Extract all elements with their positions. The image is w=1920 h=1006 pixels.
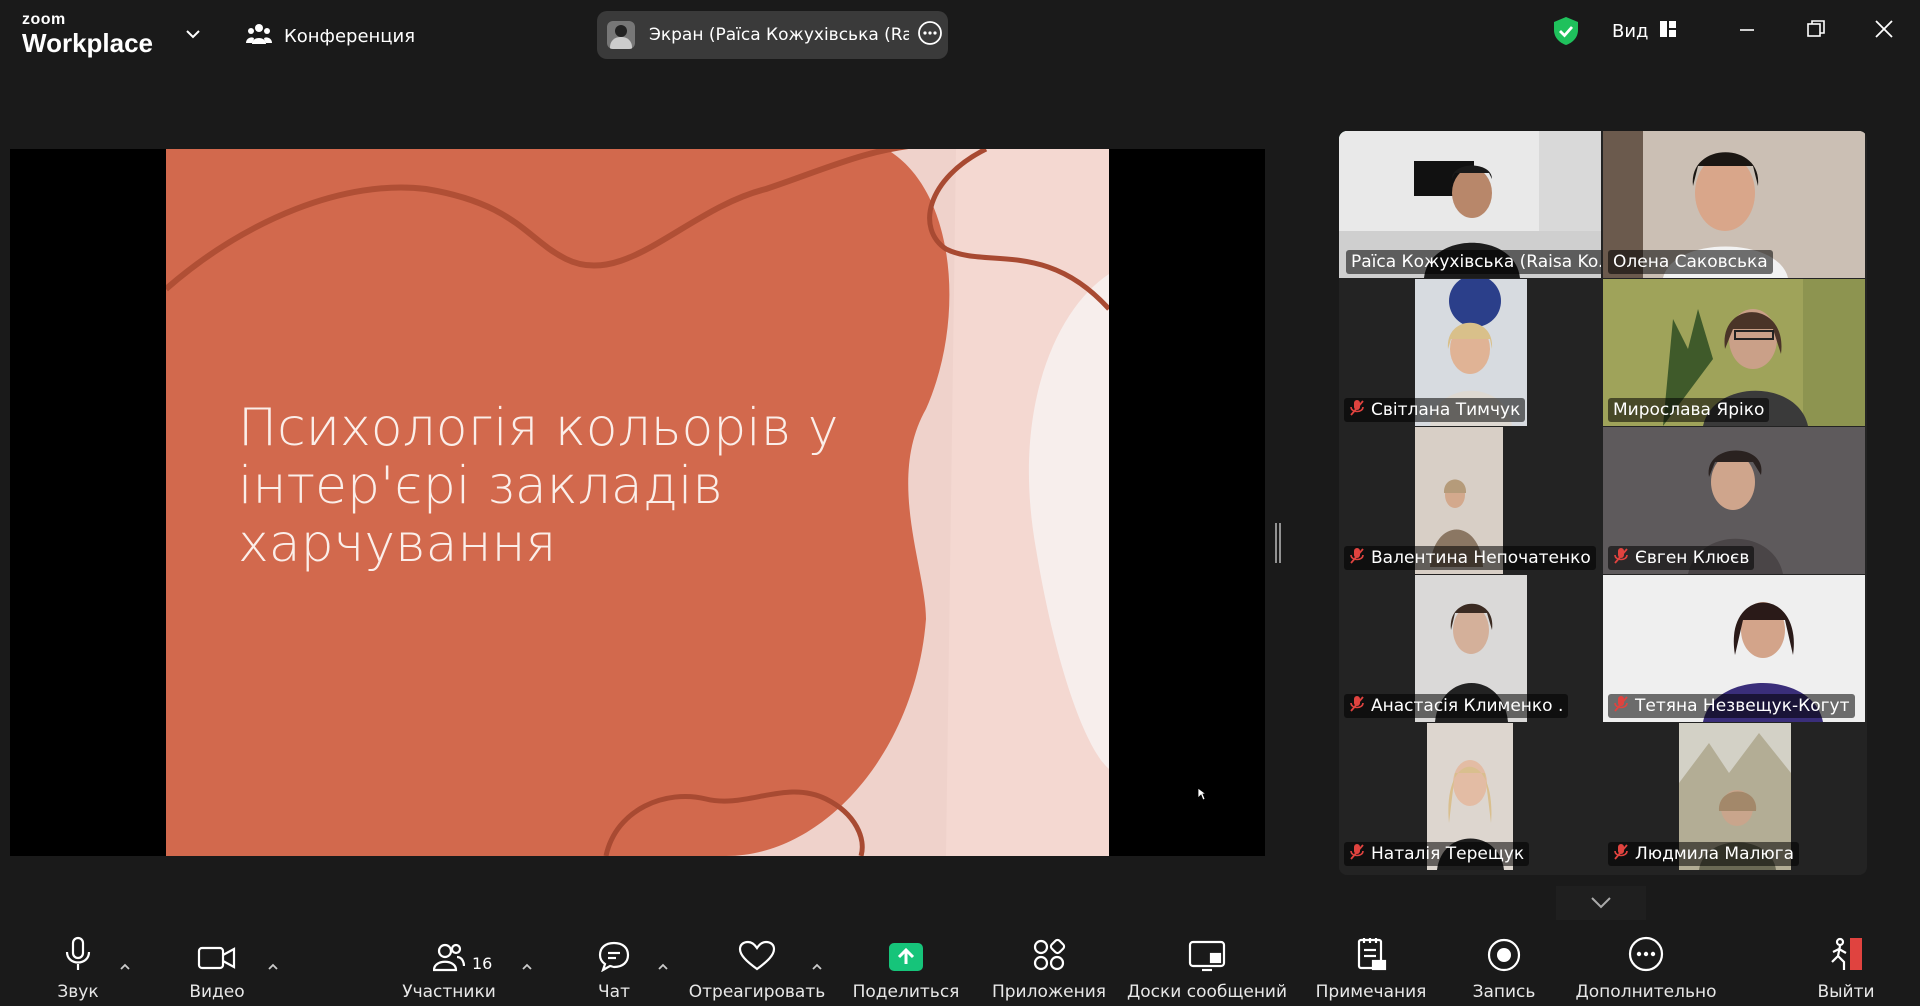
participant-tile[interactable]: Валентина Непочатенко bbox=[1339, 427, 1601, 574]
participant-tile[interactable]: Людмила Малюга bbox=[1603, 723, 1865, 870]
top-bar: zoom Workplace Конференция Экран (Раїса … bbox=[0, 0, 1920, 68]
chevron-down-icon[interactable] bbox=[182, 24, 204, 48]
slide-title-line-2: інтер'єрі закладів bbox=[238, 456, 723, 516]
video-options-caret-icon[interactable] bbox=[266, 958, 280, 977]
screen-share-label: Экран (Раїса Кожухівська (Raisa bbox=[649, 25, 909, 45]
more-button[interactable]: Дополнительно bbox=[1576, 932, 1717, 1006]
logo-zoom-text: zoom bbox=[22, 11, 66, 28]
muted-mic-icon bbox=[1349, 399, 1365, 422]
participants-icon bbox=[432, 942, 466, 976]
more-options-icon[interactable] bbox=[917, 20, 943, 50]
participant-tile[interactable]: Євген Клюєв bbox=[1603, 427, 1865, 574]
shield-check-icon[interactable] bbox=[1552, 16, 1580, 50]
leave-button[interactable]: Выйти bbox=[1816, 932, 1876, 1006]
muted-mic-icon bbox=[1349, 547, 1365, 570]
participant-name-tag: Тетяна Незвещук-Когут bbox=[1608, 694, 1855, 718]
participant-gallery: Раїса Кожухівська (Raisa Ko... Олена Сак… bbox=[1339, 131, 1867, 875]
video-button[interactable]: Видео bbox=[186, 932, 248, 1006]
people-icon bbox=[246, 22, 272, 51]
video-camera-icon bbox=[197, 944, 237, 976]
muted-mic-icon bbox=[1349, 695, 1365, 718]
react-button[interactable]: Отреагировать bbox=[689, 932, 825, 1006]
record-icon bbox=[1487, 938, 1521, 976]
microphone-icon bbox=[63, 936, 93, 976]
restore-icon[interactable] bbox=[1805, 18, 1827, 44]
chat-options-caret-icon[interactable] bbox=[656, 958, 670, 977]
share-button[interactable]: Поделиться bbox=[853, 932, 959, 1006]
participant-name-tag: Наталія Терещук bbox=[1344, 842, 1530, 866]
muted-mic-icon bbox=[1613, 695, 1629, 718]
view-label: Вид bbox=[1612, 21, 1649, 42]
view-button[interactable]: Вид bbox=[1612, 20, 1677, 43]
participant-name-tag: Раїса Кожухівська (Raisa Ko... bbox=[1346, 250, 1601, 274]
leave-door-icon bbox=[1826, 936, 1866, 976]
participant-tile[interactable]: Олена Саковська bbox=[1603, 131, 1865, 278]
apps-icon bbox=[1032, 938, 1066, 976]
participant-name-tag: Анастасія Клименко . bbox=[1344, 694, 1569, 718]
participant-name-tag: Людмила Малюга bbox=[1608, 842, 1800, 866]
notes-button[interactable]: Примечания bbox=[1316, 932, 1426, 1006]
presentation-slide: Психологія кольорів у інтер'єрі закладів… bbox=[166, 149, 1109, 856]
slide-title-line-1: Психологія кольорів у bbox=[238, 398, 839, 458]
grid-view-icon bbox=[1659, 20, 1677, 43]
muted-mic-icon bbox=[1349, 843, 1365, 866]
slide-title: Психологія кольорів у інтер'єрі закладів… bbox=[238, 399, 958, 573]
participant-name-tag: Олена Саковська bbox=[1608, 250, 1773, 274]
muted-mic-icon bbox=[1613, 843, 1629, 866]
minimize-icon[interactable] bbox=[1736, 18, 1758, 44]
meeting-label: Конференция bbox=[284, 26, 416, 47]
logo-workplace-text: Workplace bbox=[22, 28, 154, 58]
boards-button[interactable]: Доски сообщений bbox=[1127, 932, 1287, 1006]
resize-handle[interactable] bbox=[1274, 523, 1282, 567]
slide-title-line-3: харчування bbox=[238, 514, 557, 574]
participant-tile[interactable]: Тетяна Незвещук-Когут bbox=[1603, 575, 1865, 722]
participant-tile[interactable]: Анастасія Клименко . bbox=[1339, 575, 1601, 722]
participants-options-caret-icon[interactable] bbox=[520, 958, 534, 977]
more-options-icon bbox=[1628, 936, 1664, 976]
participant-tile[interactable]: Раїса Кожухівська (Raisa Ko... bbox=[1339, 131, 1601, 278]
heart-icon bbox=[738, 940, 776, 976]
notes-icon bbox=[1355, 936, 1387, 976]
chat-icon bbox=[597, 940, 631, 976]
muted-mic-icon bbox=[1613, 547, 1629, 570]
participant-tile[interactable]: Мирослава Ярiко bbox=[1603, 279, 1865, 426]
participant-name-tag: Євген Клюєв bbox=[1608, 546, 1755, 570]
participant-tile[interactable]: Наталія Терещук bbox=[1339, 723, 1601, 870]
zoom-workplace-logo: zoom Workplace bbox=[22, 11, 154, 58]
participants-count: 16 bbox=[472, 954, 493, 973]
react-options-caret-icon[interactable] bbox=[810, 958, 824, 977]
share-screen-icon bbox=[888, 942, 924, 976]
audio-button[interactable]: Звук bbox=[48, 932, 108, 1006]
presenter-avatar bbox=[607, 21, 635, 49]
apps-button[interactable]: Приложения bbox=[992, 932, 1106, 1006]
participant-name-tag: Світлана Тимчук bbox=[1344, 398, 1526, 422]
close-icon[interactable] bbox=[1873, 18, 1895, 44]
chat-button[interactable]: Чат bbox=[589, 932, 639, 1006]
whiteboard-icon bbox=[1188, 940, 1226, 976]
participant-name-tag: Валентина Непочатенко bbox=[1344, 546, 1596, 570]
mouse-cursor-icon bbox=[1197, 786, 1208, 805]
participant-name-tag: Мирослава Ярiко bbox=[1608, 398, 1770, 422]
participant-tile[interactable]: Світлана Тимчук bbox=[1339, 279, 1601, 426]
screen-share-pill[interactable]: Экран (Раїса Кожухівська (Raisa bbox=[597, 11, 948, 59]
audio-options-caret-icon[interactable] bbox=[118, 958, 132, 977]
gallery-scroll-down-icon[interactable] bbox=[1556, 886, 1646, 924]
record-button[interactable]: Запись bbox=[1470, 932, 1538, 1006]
meeting-info-button[interactable]: Конференция bbox=[246, 22, 415, 51]
